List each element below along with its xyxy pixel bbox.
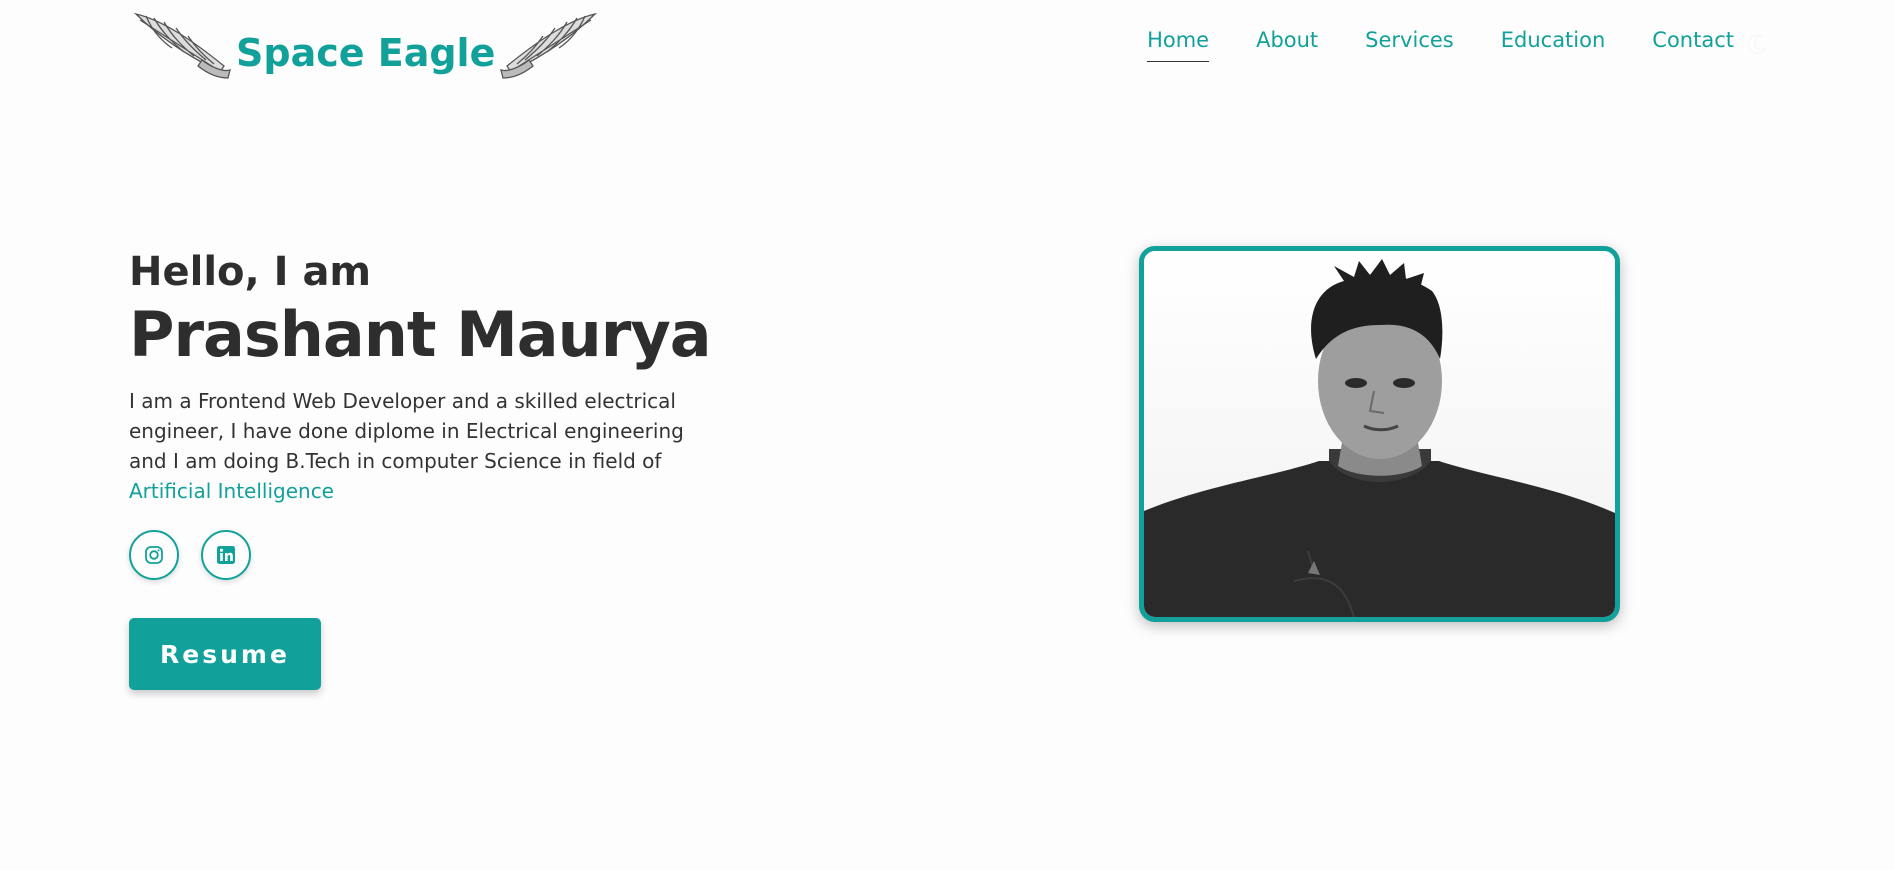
nav-home[interactable]: Home [1147,28,1210,62]
hero-description-text: I am a Frontend Web Developer and a skil… [129,389,684,474]
nav-education[interactable]: Education [1501,28,1606,62]
hero-description: I am a Frontend Web Developer and a skil… [129,386,719,506]
linkedin-link[interactable] [201,530,251,581]
logo[interactable]: Space Eagle [132,6,599,86]
hero-name: Prashant Maurya [129,298,712,371]
instagram-icon [145,546,163,565]
nav-services[interactable]: Services [1365,28,1454,62]
profile-photo [1139,246,1620,622]
main-nav: Home About Services Education Contact [1100,28,1734,62]
instagram-link[interactable] [129,530,179,581]
nav-about[interactable]: About [1256,28,1318,62]
right-wing-icon [500,12,598,79]
nav-contact[interactable]: Contact [1652,28,1734,62]
logo-text: Space Eagle [236,31,496,75]
moon-icon[interactable] [1748,34,1768,54]
social-links [129,530,729,581]
hero-intro: Hello, I am Prashant Maurya I am a Front… [129,249,729,691]
site-header: Space Eagle Home About Services Educatio… [0,0,1894,100]
portrait-image [1144,251,1615,617]
resume-button[interactable]: Resume [129,618,321,691]
left-wing-icon [133,12,231,79]
linkedin-icon [217,546,235,565]
hero-description-highlight: Artificial Intelligence [129,479,334,504]
hero-greeting: Hello, I am [129,249,372,295]
